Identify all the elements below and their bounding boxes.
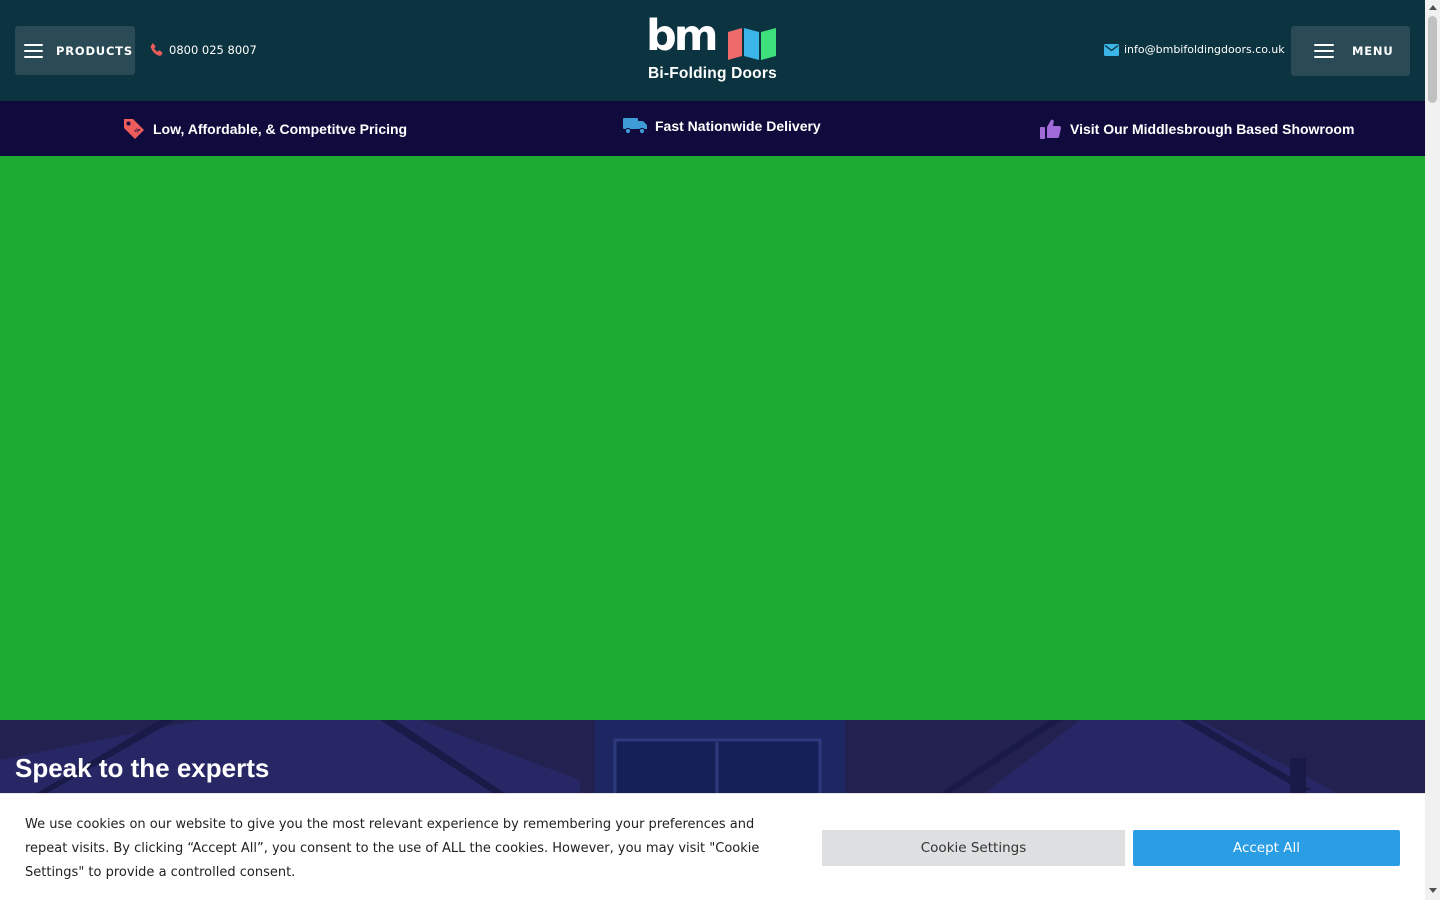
products-label: PRODUCTS (56, 43, 133, 58)
products-menu-button[interactable]: PRODUCTS (15, 26, 135, 75)
menu-label: MENU (1352, 44, 1394, 58)
cookie-banner: We use cookies on our website to give yo… (0, 793, 1425, 900)
cookie-settings-button[interactable]: Cookie Settings (822, 830, 1125, 866)
folding-doors-logo-icon (728, 28, 776, 60)
site-header: PRODUCTS 0800 025 8007 bm Bi-Folding Doo… (0, 0, 1425, 101)
email-link[interactable]: info@bmbifoldingdoors.co.uk (1104, 43, 1285, 56)
usp-item-delivery: Fast Nationwide Delivery (623, 117, 821, 135)
delivery-truck-icon (623, 118, 647, 135)
hero-banner (0, 156, 1425, 720)
page-scrollbar[interactable] (1425, 0, 1440, 900)
logo-subtitle: Bi-Folding Doors (648, 65, 777, 82)
price-tag-icon: % (124, 119, 144, 139)
scroll-thumb[interactable] (1428, 16, 1437, 103)
usp-label: Low, Affordable, & Competitve Pricing (153, 121, 408, 137)
phone-icon (150, 43, 163, 56)
phone-link[interactable]: 0800 025 8007 (149, 42, 257, 58)
hamburger-icon (1314, 44, 1334, 58)
main-menu-button[interactable]: MENU (1291, 26, 1410, 76)
site-logo[interactable]: bm Bi-Folding Doors (644, 11, 784, 86)
usp-bar: % Low, Affordable, & Competitve Pricing … (0, 101, 1425, 156)
usp-label: Fast Nationwide Delivery (655, 118, 821, 134)
usp-label: Visit Our Middlesbrough Based Showroom (1070, 121, 1355, 137)
email-address: info@bmbifoldingdoors.co.uk (1124, 43, 1285, 56)
logo-wordmark: bm (646, 11, 719, 61)
hamburger-icon (24, 43, 43, 58)
page: PRODUCTS 0800 025 8007 bm Bi-Folding Doo… (0, 0, 1425, 900)
envelope-icon (1104, 43, 1119, 56)
usp-item-showroom: Visit Our Middlesbrough Based Showroom (1039, 117, 1354, 141)
cookie-message: We use cookies on our website to give yo… (25, 817, 760, 880)
scroll-up-arrow-icon[interactable] (1425, 0, 1440, 15)
accept-all-button[interactable]: Accept All (1133, 830, 1400, 866)
phone-number: 0800 025 8007 (169, 43, 257, 57)
scroll-down-arrow-icon[interactable] (1425, 883, 1440, 898)
thumbs-up-icon (1040, 119, 1061, 139)
usp-item-pricing: % Low, Affordable, & Competitve Pricing (122, 117, 407, 141)
experts-heading: Speak to the experts (15, 753, 270, 783)
